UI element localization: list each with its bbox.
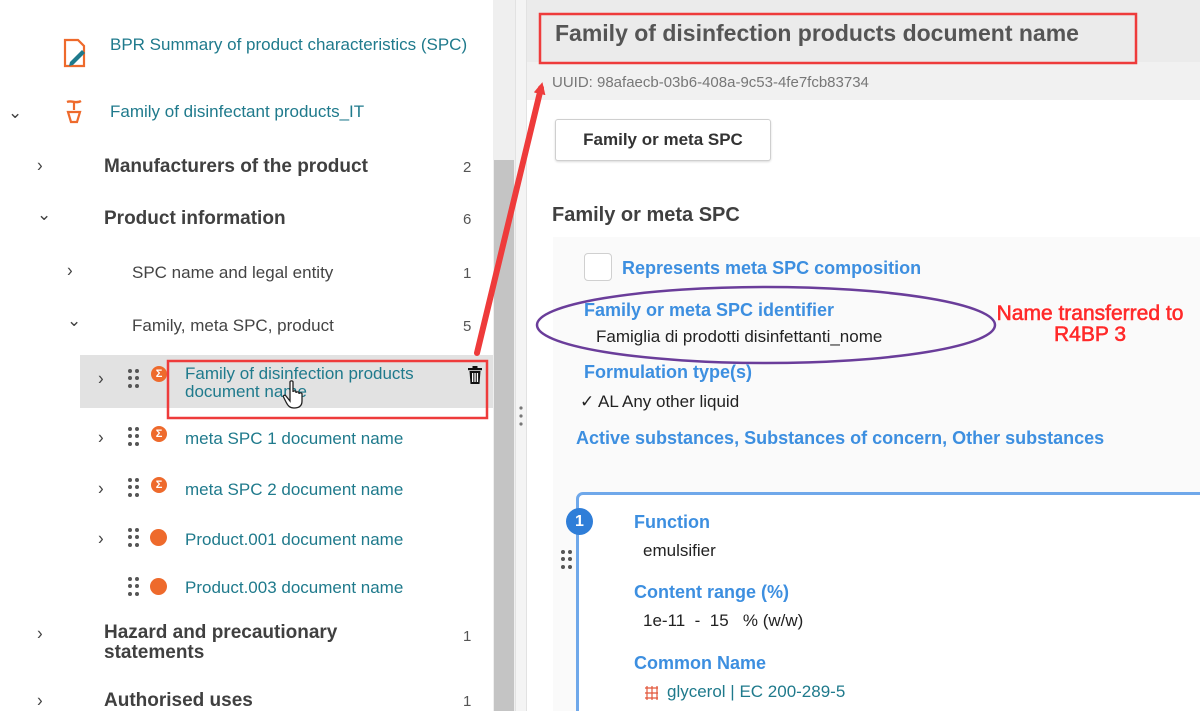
tree-scrollbar-thumb[interactable]: [494, 160, 514, 711]
chevron-right-icon[interactable]: ›: [98, 428, 104, 447]
sigma-icon: Σ: [151, 366, 167, 382]
document-uuid: UUID: 98afaecb-03b6-408a-9c53-4fe7fcb837…: [552, 74, 869, 91]
card-number-badge: 1: [566, 508, 593, 535]
drag-handle-icon[interactable]: [561, 550, 573, 570]
drag-handle-icon[interactable]: [128, 369, 140, 389]
tree-family-root[interactable]: Family of disinfectant products_IT: [110, 102, 364, 122]
tree-doc-meta-spc-1[interactable]: meta SPC 1 document name: [185, 429, 403, 449]
trash-icon[interactable]: [467, 366, 483, 385]
content-range-value: 1e-11 - 15 % (w/w): [643, 611, 804, 630]
item-count: 1: [463, 693, 472, 710]
substances-label: Active substances, Substances of concern…: [576, 428, 1105, 448]
chevron-right-icon[interactable]: ›: [98, 479, 104, 498]
formulation-value: ✓ AL Any other liquid: [580, 392, 740, 411]
chevron-right-icon[interactable]: ›: [98, 529, 104, 548]
item-count: 6: [463, 211, 472, 228]
chevron-right-icon[interactable]: ›: [37, 691, 43, 710]
represents-meta-label[interactable]: Represents meta SPC composition: [622, 258, 921, 279]
tree-doc-product-003[interactable]: Product.003 document name: [185, 578, 403, 598]
splitter-grip-icon[interactable]: [519, 405, 523, 427]
identifier-value: Famiglia di prodotti disinfettanti_nome: [596, 327, 883, 346]
sigma-icon: Σ: [151, 426, 167, 442]
drag-handle-icon[interactable]: [128, 427, 140, 447]
function-value: emulsifier: [643, 541, 716, 560]
drag-handle-icon[interactable]: [128, 577, 140, 597]
navigation-tree: BPR Summary of product characteristics (…: [0, 0, 515, 711]
edit-document-icon: [63, 38, 86, 68]
chevron-right-icon[interactable]: ›: [37, 624, 43, 643]
chevron-right-icon[interactable]: ›: [98, 369, 104, 388]
product-dot-icon: [150, 578, 167, 595]
chevron-right-icon[interactable]: ›: [37, 156, 43, 175]
function-label: Function: [634, 512, 710, 532]
identifier-label: Family or meta SPC identifier: [584, 300, 835, 320]
hand-cursor-icon: [282, 380, 303, 409]
formulation-label: Formulation type(s): [584, 362, 753, 382]
document-header: Family of disinfection products document…: [527, 0, 1200, 62]
tree-doc-meta-spc-2[interactable]: meta SPC 2 document name: [185, 480, 403, 500]
common-name-value[interactable]: glycerol | EC 200-289-5: [667, 682, 845, 702]
tree-item-authorised-uses[interactable]: Authorised uses: [104, 690, 253, 711]
product-dot-icon: [150, 529, 167, 546]
item-count: 1: [463, 628, 472, 645]
tree-item-family-meta[interactable]: Family, meta SPC, product: [132, 316, 334, 336]
tree-item-product-information[interactable]: Product information: [104, 208, 286, 230]
tree-spc-document[interactable]: BPR Summary of product characteristics (…: [110, 36, 470, 53]
tree-item-manufacturers[interactable]: Manufacturers of the product: [104, 156, 368, 178]
drag-handle-icon[interactable]: [128, 478, 140, 498]
drag-handle-icon[interactable]: [128, 528, 140, 548]
tree-item-hazard[interactable]: Hazard and precautionary statements: [104, 623, 384, 663]
chevron-right-icon[interactable]: ›: [67, 261, 73, 280]
item-count: 2: [463, 159, 472, 176]
family-icon: [66, 99, 82, 124]
meta-spc-checkbox[interactable]: [584, 253, 612, 281]
common-name-label: Common Name: [634, 653, 767, 673]
content-range-label: Content range (%): [634, 582, 789, 602]
tree-doc-family[interactable]: Family of disinfection products document…: [185, 365, 460, 401]
detail-panel: Family of disinfection products document…: [527, 0, 1200, 711]
sigma-icon: Σ: [151, 477, 167, 493]
chevron-down-icon[interactable]: ⌄: [37, 206, 51, 223]
annotation-note: Name transferred to R4BP 3: [996, 302, 1184, 346]
tree-doc-product-001[interactable]: Product.001 document name: [185, 530, 403, 550]
family-meta-spc-button[interactable]: Family or meta SPC: [555, 119, 771, 161]
chevron-down-icon[interactable]: ⌄: [67, 312, 81, 329]
tree-item-spc-name[interactable]: SPC name and legal entity: [132, 263, 333, 283]
uuid-bar: UUID: 98afaecb-03b6-408a-9c53-4fe7fcb837…: [527, 62, 1200, 100]
chevron-down-icon[interactable]: ⌄: [8, 104, 22, 121]
section-title: Family or meta SPC: [552, 204, 740, 226]
item-count: 5: [463, 318, 472, 335]
panel-splitter[interactable]: [515, 0, 527, 711]
substance-structure-icon: [645, 686, 658, 700]
item-count: 1: [463, 265, 472, 282]
document-title: Family of disinfection products document…: [555, 20, 1079, 46]
